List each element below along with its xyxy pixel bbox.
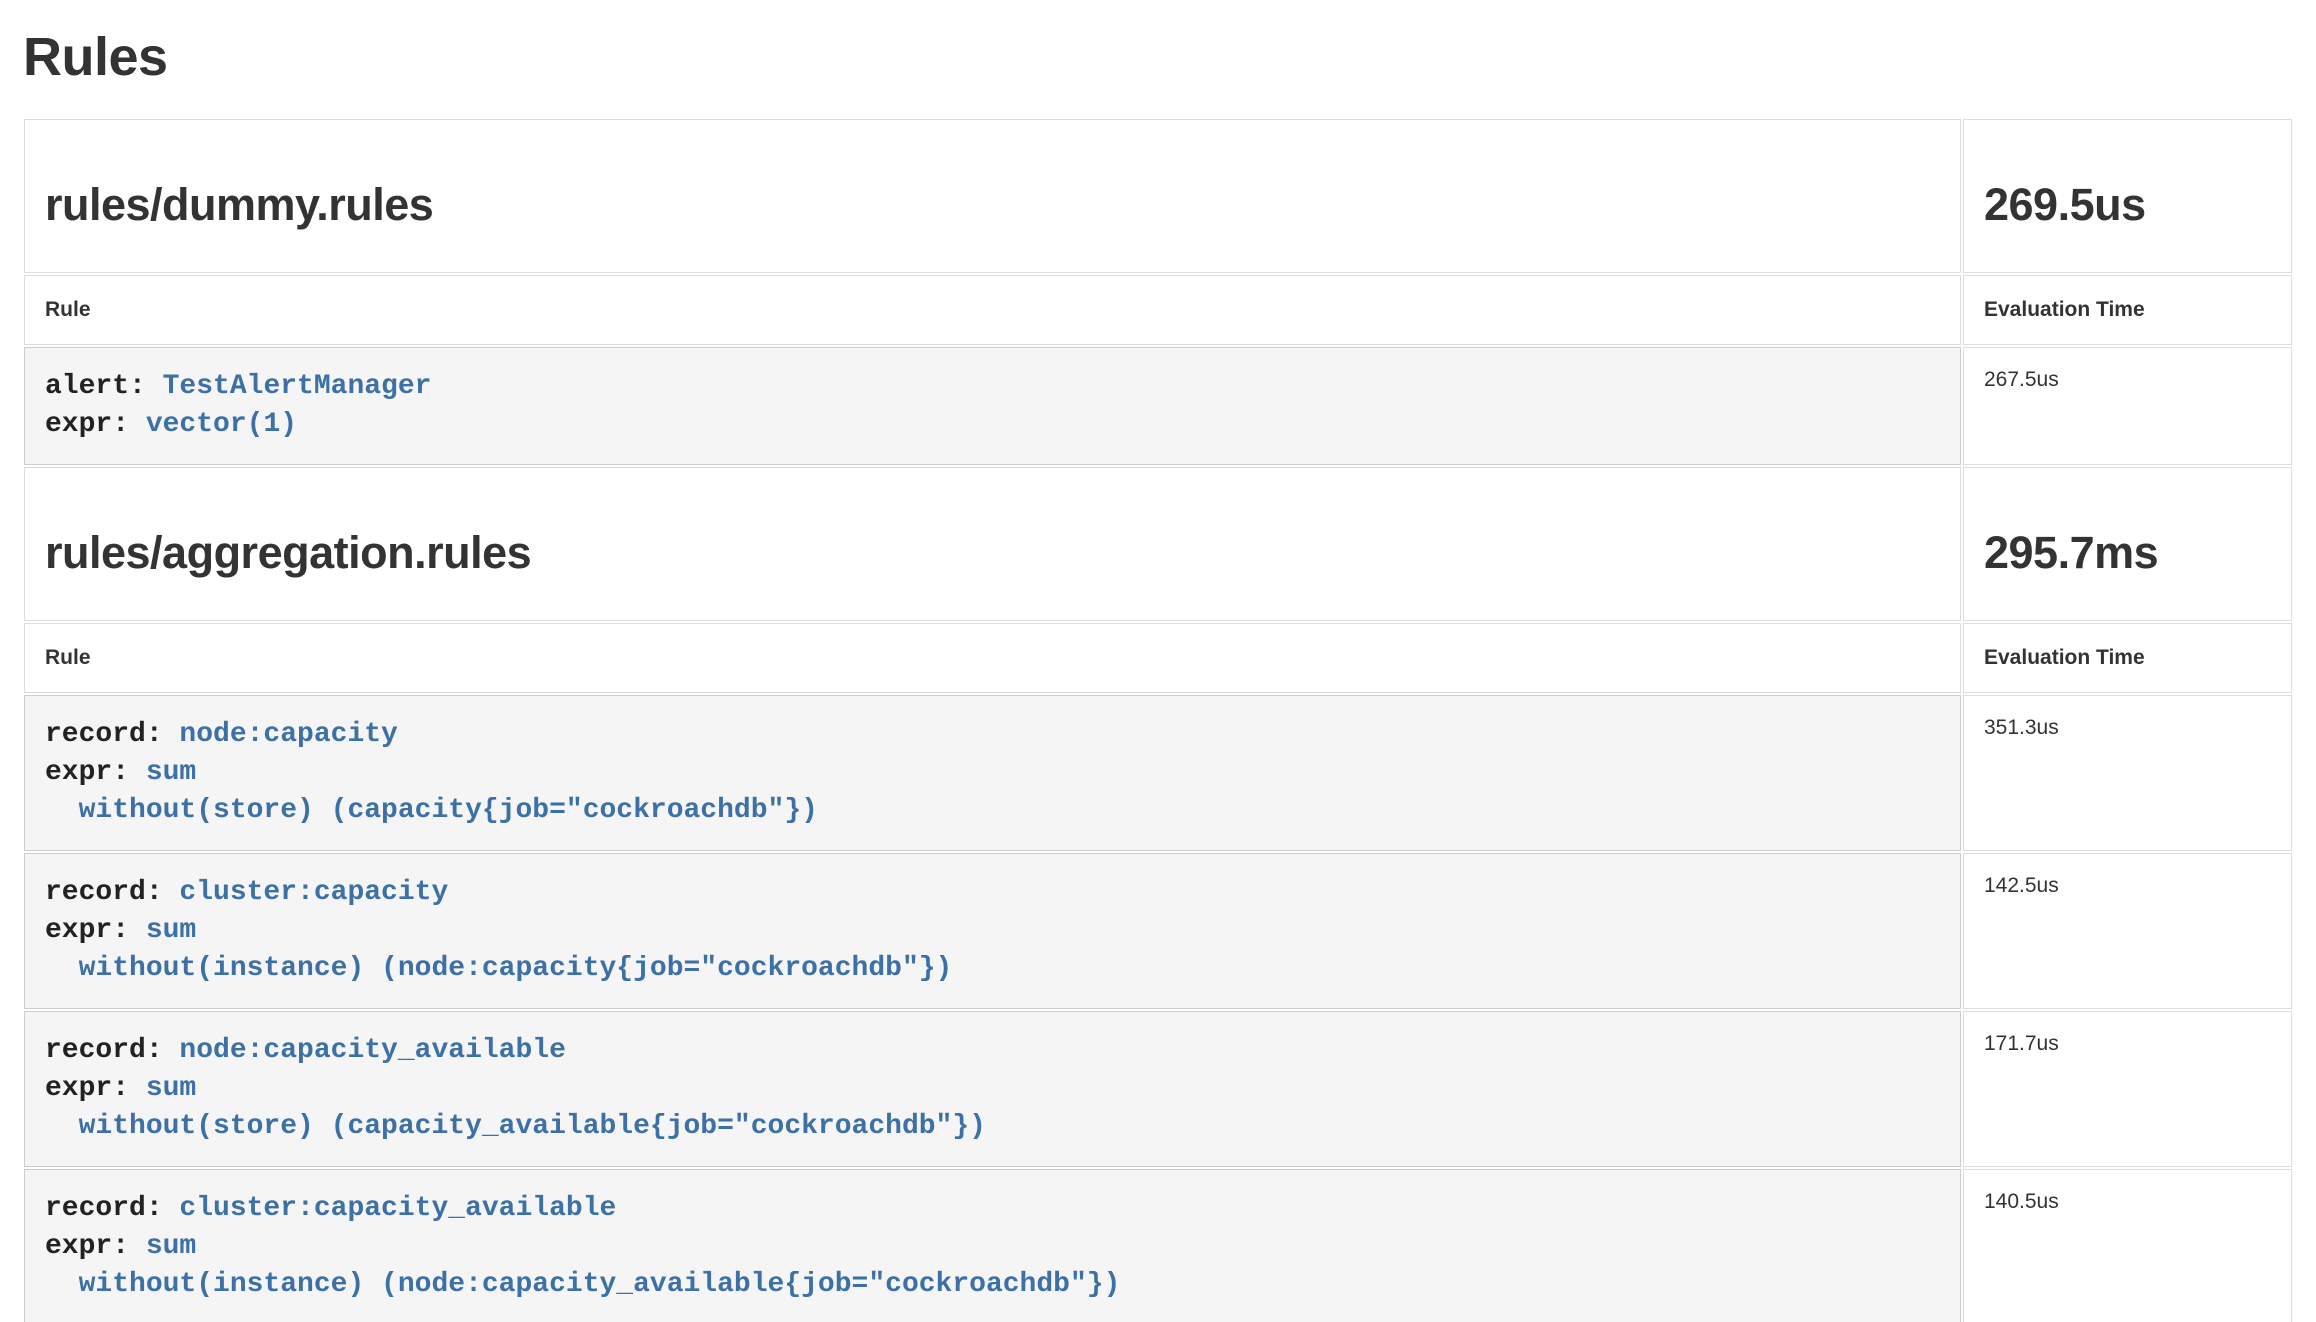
rule-row: record: cluster:capacity_available expr:… — [24, 1169, 2292, 1322]
code-keyword: expr: — [45, 1073, 146, 1104]
column-header-row: Rule Evaluation Time — [24, 275, 2292, 345]
rule-group-name: rules/dummy.rules — [45, 178, 1940, 232]
rule-expr-link[interactable]: without(instance) (node:capacity{job="co… — [45, 953, 952, 984]
rule-row: record: node:capacity_available expr: su… — [24, 1011, 2292, 1167]
rule-expr-link[interactable]: sum — [146, 1231, 196, 1262]
code-line: expr: vector(1) — [45, 406, 1940, 444]
rule-expr-link[interactable]: without(store) (capacity{job="cockroachd… — [45, 795, 818, 826]
rule-eval-time: 267.5us — [1963, 347, 2292, 465]
code-keyword: expr: — [45, 757, 146, 788]
rule-row: alert: TestAlertManager expr: vector(1) … — [24, 347, 2292, 465]
code-line: expr: sum — [45, 1228, 1940, 1266]
rule-name-link[interactable]: cluster:capacity_available — [179, 1193, 616, 1224]
code-keyword: record: — [45, 1193, 179, 1224]
rule-group-eval-total: 269.5us — [1984, 178, 2271, 232]
code-keyword: record: — [45, 719, 179, 750]
page-title: Rules — [23, 26, 2294, 88]
rule-column-header: Rule — [24, 275, 1961, 345]
rule-definition-cell: alert: TestAlertManager expr: vector(1) — [24, 347, 1961, 465]
code-line: record: cluster:capacity_available — [45, 1190, 1940, 1228]
code-line: alert: TestAlertManager — [45, 368, 1940, 406]
rule-expr-link[interactable]: vector(1) — [146, 409, 297, 440]
rule-eval-time: 171.7us — [1963, 1011, 2292, 1167]
code-keyword: expr: — [45, 1231, 146, 1262]
rule-expr-link[interactable]: sum — [146, 915, 196, 946]
rules-page: Rules rules/dummy.rules 269.5us Rule Eva… — [0, 26, 2316, 1322]
rule-name-link[interactable]: node:capacity — [179, 719, 397, 750]
rule-definition-cell: record: node:capacity expr: sum without(… — [24, 695, 1961, 851]
code-line: expr: sum — [45, 754, 1940, 792]
rule-expr-link[interactable]: sum — [146, 1073, 196, 1104]
rule-group-name: rules/aggregation.rules — [45, 526, 1940, 580]
rule-eval-time: 351.3us — [1963, 695, 2292, 851]
code-line: without(instance) (node:capacity{job="co… — [45, 950, 1940, 988]
code-keyword: alert: — [45, 371, 163, 402]
code-keyword: record: — [45, 1035, 179, 1066]
rule-definition-cell: record: cluster:capacity expr: sum witho… — [24, 853, 1961, 1009]
rules-table: rules/dummy.rules 269.5us Rule Evaluatio… — [22, 117, 2294, 1322]
rule-group-header-row: rules/dummy.rules 269.5us — [24, 119, 2292, 273]
rule-expr-link[interactable]: without(instance) (node:capacity_availab… — [45, 1269, 1120, 1300]
rule-group-name-cell: rules/dummy.rules — [24, 119, 1961, 273]
rule-row: record: cluster:capacity expr: sum witho… — [24, 853, 2292, 1009]
rule-group-eval-total: 295.7ms — [1984, 526, 2271, 580]
rule-column-header: Rule — [24, 623, 1961, 693]
code-line: record: node:capacity — [45, 716, 1940, 754]
rule-definition-cell: record: node:capacity_available expr: su… — [24, 1011, 1961, 1167]
rule-row: record: node:capacity expr: sum without(… — [24, 695, 2292, 851]
code-line: without(store) (capacity{job="cockroachd… — [45, 792, 1940, 830]
eval-time-column-header: Evaluation Time — [1963, 275, 2292, 345]
rule-name-link[interactable]: TestAlertManager — [163, 371, 432, 402]
code-keyword: expr: — [45, 409, 146, 440]
code-line: record: node:capacity_available — [45, 1032, 1940, 1070]
code-line: expr: sum — [45, 1070, 1940, 1108]
rule-expr-link[interactable]: without(store) (capacity_available{job="… — [45, 1111, 986, 1142]
rule-group-eval-total-cell: 295.7ms — [1963, 467, 2292, 621]
rule-expr-link[interactable]: sum — [146, 757, 196, 788]
rule-definition-cell: record: cluster:capacity_available expr:… — [24, 1169, 1961, 1322]
code-line: expr: sum — [45, 912, 1940, 950]
code-keyword: record: — [45, 877, 179, 908]
rule-name-link[interactable]: node:capacity_available — [179, 1035, 565, 1066]
eval-time-column-header: Evaluation Time — [1963, 623, 2292, 693]
rule-group-header-row: rules/aggregation.rules 295.7ms — [24, 467, 2292, 621]
rule-group-name-cell: rules/aggregation.rules — [24, 467, 1961, 621]
rule-name-link[interactable]: cluster:capacity — [179, 877, 448, 908]
column-header-row: Rule Evaluation Time — [24, 623, 2292, 693]
rule-eval-time: 140.5us — [1963, 1169, 2292, 1322]
code-line: record: cluster:capacity — [45, 874, 1940, 912]
rule-eval-time: 142.5us — [1963, 853, 2292, 1009]
code-line: without(store) (capacity_available{job="… — [45, 1108, 1940, 1146]
code-keyword: expr: — [45, 915, 146, 946]
rule-group-eval-total-cell: 269.5us — [1963, 119, 2292, 273]
code-line: without(instance) (node:capacity_availab… — [45, 1266, 1940, 1304]
